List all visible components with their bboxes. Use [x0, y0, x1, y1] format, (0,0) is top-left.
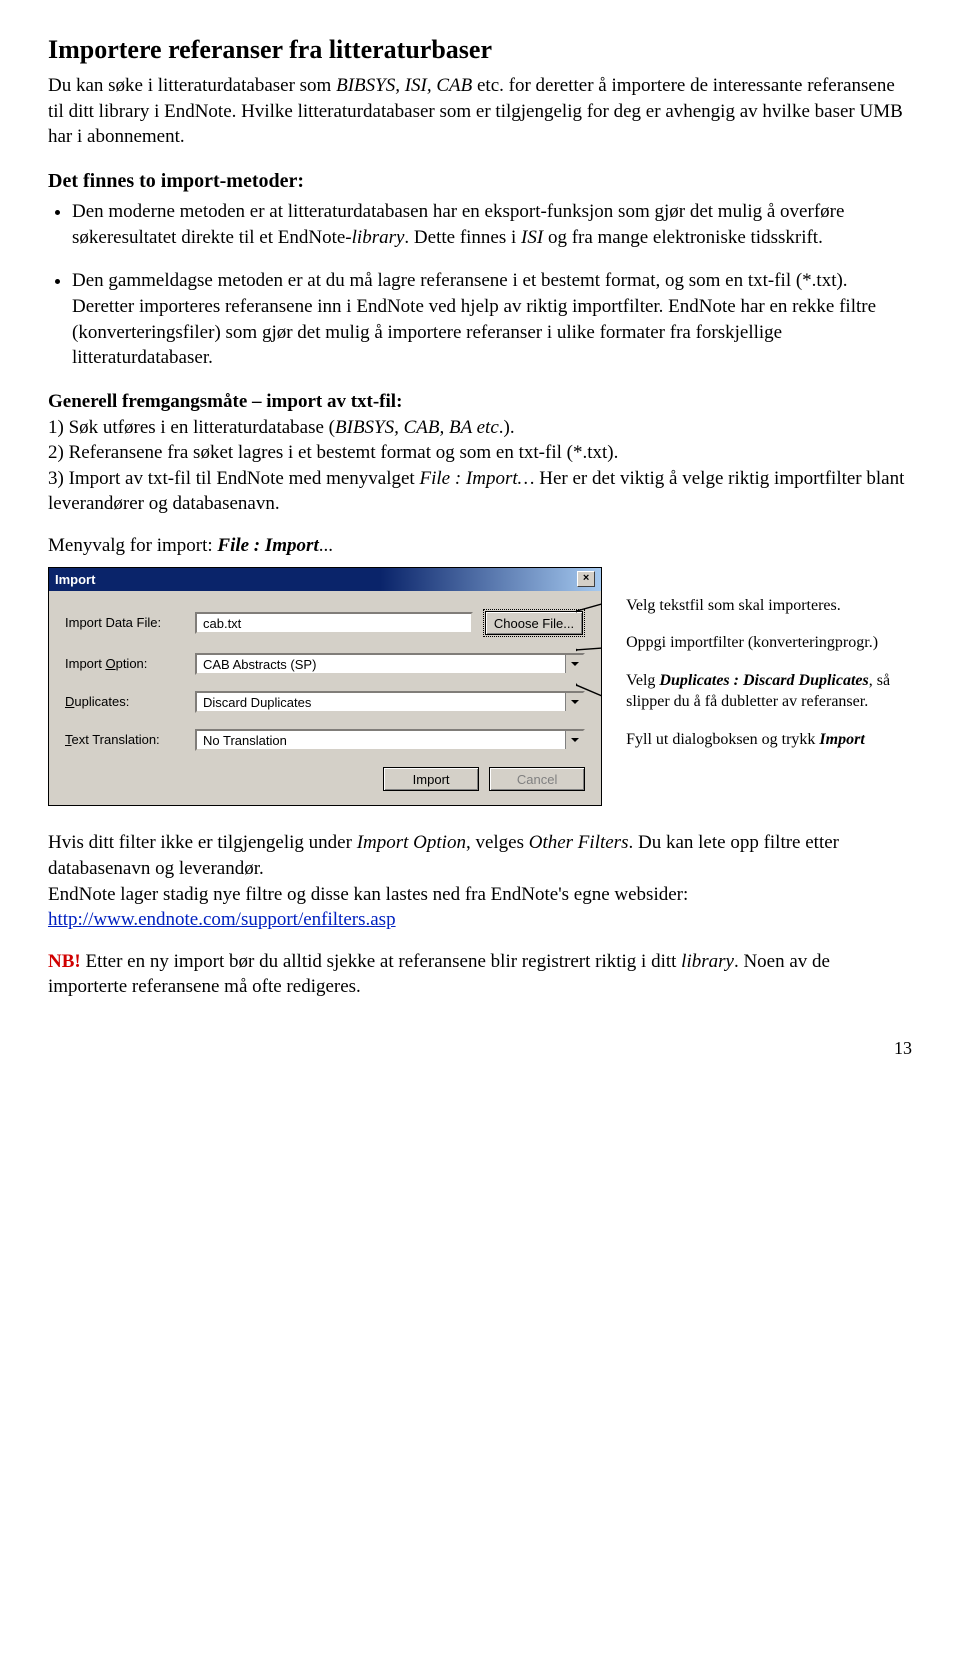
step3-b: File : Import…	[419, 468, 534, 489]
chevron-down-icon[interactable]	[565, 731, 583, 749]
import-option-value: CAB Abstracts (SP)	[203, 657, 316, 672]
dialog-title: Import	[55, 571, 95, 589]
nb-label: NB!	[48, 951, 81, 972]
cancel-button: Cancel	[489, 767, 585, 791]
annotation-3: Velg Duplicates : Discard Duplicates, så…	[626, 670, 912, 713]
after1-a: Hvis ditt filter ikke er tilgjengelig un…	[48, 832, 357, 853]
page-number: 13	[48, 1036, 912, 1060]
intro-paragraph: Du kan søke i litteraturdatabaser som BI…	[48, 73, 912, 150]
duplicates-dropdown[interactable]: Discard Duplicates	[195, 691, 585, 713]
chevron-down-icon[interactable]	[565, 655, 583, 673]
filters-link[interactable]: http://www.endnote.com/support/enfilters…	[48, 909, 396, 930]
after1-d: Other Filters	[529, 832, 629, 853]
close-button[interactable]: ×	[577, 571, 595, 587]
menvalg-a: Menyvalg for import:	[48, 535, 217, 556]
annotation-column: Velg tekstfil som skal importeres. Oppgi…	[602, 567, 912, 807]
label-duplicates: Duplicates:	[65, 693, 195, 711]
label-option: Import Option:	[65, 655, 195, 673]
bullet-old: Den gammeldagse metoden er at du må lagr…	[72, 268, 912, 371]
intro-text-a: Du kan søke i litteraturdatabaser som	[48, 75, 336, 96]
nb-a: Etter en ny import bør du alltid sjekke …	[81, 951, 681, 972]
menvalg-line: Menyvalg for import: File : Import...	[48, 533, 912, 559]
a3-b: Duplicates : Discard Duplicates	[659, 672, 868, 689]
bullet-modern: Den moderne metoden er at litteraturdata…	[72, 199, 912, 250]
menvalg-c: ...	[319, 535, 333, 556]
after2: EndNote lager stadig nye filtre og disse…	[48, 884, 688, 905]
label-data-file: Import Data File:	[65, 614, 195, 632]
after-paragraph-1: Hvis ditt filter ikke er tilgjengelig un…	[48, 830, 912, 933]
data-file-field[interactable]: cab.txt	[195, 612, 473, 634]
dialog-titlebar[interactable]: Import ×	[49, 568, 601, 592]
a3-a: Velg	[626, 672, 659, 689]
step1-b: BIBSYS, CAB, BA etc	[335, 417, 499, 438]
duplicates-value: Discard Duplicates	[203, 695, 311, 710]
bullet1-d: ISI	[521, 227, 543, 248]
after1-c: , velges	[466, 832, 529, 853]
step1-c: .).	[499, 417, 515, 438]
bullet1-e: og fra mange elektroniske tidsskrift.	[543, 227, 823, 248]
step3-a: 3) Import av txt-fil til EndNote med men…	[48, 468, 419, 489]
step1-a: 1) Søk utføres i en litteraturdatabase (	[48, 417, 335, 438]
after1-b: Import Option	[357, 832, 466, 853]
nb-b: library	[681, 951, 734, 972]
menvalg-b: File : Import	[217, 535, 318, 556]
import-option-dropdown[interactable]: CAB Abstracts (SP)	[195, 653, 585, 675]
import-dialog: Import × Import Data File: cab.txt Choos…	[48, 567, 602, 807]
choose-file-button[interactable]: Choose File...	[485, 611, 583, 635]
chevron-down-icon[interactable]	[565, 693, 583, 711]
page-title: Importere referanser fra litteraturbaser	[48, 32, 912, 67]
a4-a: Fyll ut dialogboksen og trykk	[626, 731, 819, 748]
annotation-4: Fyll ut dialogboksen og trykk Import	[626, 729, 912, 751]
label-translation: Text Translation:	[65, 731, 195, 749]
import-button[interactable]: Import	[383, 767, 479, 791]
intro-text-b: BIBSYS, ISI, CAB	[336, 75, 472, 96]
bullet1-b: library	[352, 227, 405, 248]
annotation-1: Velg tekstfil som skal importeres.	[626, 595, 912, 617]
step-2: 2) Referansene fra søket lagres i et bes…	[48, 440, 912, 466]
translation-value: No Translation	[203, 733, 287, 748]
bullet1-c: . Dette finnes i	[404, 227, 521, 248]
step-1: 1) Søk utføres i en litteraturdatabase (…	[48, 415, 912, 441]
a4-b: Import	[819, 731, 864, 748]
nb-paragraph: NB! Etter en ny import bør du alltid sje…	[48, 949, 912, 1000]
annotation-2: Oppgi importfilter (konverteringprogr.)	[626, 632, 912, 654]
translation-dropdown[interactable]: No Translation	[195, 729, 585, 751]
methods-heading: Det finnes to import-metoder:	[48, 168, 912, 195]
general-heading: Generell fremgangsmåte – import av txt-f…	[48, 389, 912, 415]
step-3: 3) Import av txt-fil til EndNote med men…	[48, 466, 912, 517]
